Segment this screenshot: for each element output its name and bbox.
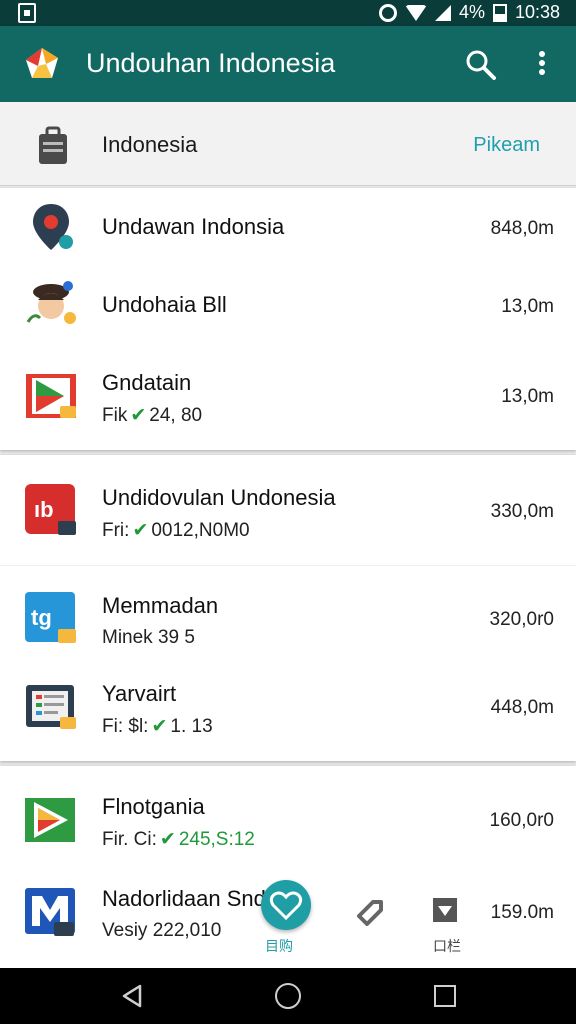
country-action-link[interactable]: Pikeam: [473, 134, 540, 157]
item-size: 159.0m: [490, 902, 554, 923]
status-icons: 4% 10:38: [378, 2, 560, 23]
list-item[interactable]: ıb Undidovulan Undonesia Fri: ✔ 0012,N0M0 …: [0, 471, 576, 551]
tag-icon[interactable]: [355, 896, 385, 926]
item-size: 330,0m: [490, 501, 554, 522]
country-label: Indonesia: [102, 132, 198, 157]
item-title: Gndatain: [102, 370, 192, 395]
subtitle-prefix: Fri:: [102, 520, 130, 541]
verified-check-icon: ✔: [159, 829, 176, 850]
list-item[interactable]: Undohaia Bll 13,0m: [0, 266, 576, 346]
svg-text:tg: tg: [31, 605, 52, 630]
subtitle-prefix: Fik: [102, 405, 128, 426]
download-box-icon[interactable]: [431, 896, 459, 924]
download-group-1: Undawan Indonsia 848,0m Undohaia Bll 13,…: [0, 188, 576, 450]
item-title: Memmadan: [102, 593, 219, 618]
system-nav-bar: [0, 968, 576, 1024]
item-subtitle: Vesiy 222,010: [102, 920, 222, 941]
ib-icon: ıb: [25, 484, 76, 535]
more-options-icon[interactable]: [530, 48, 554, 82]
item-subtitle: Fik ✔ 24, 80: [102, 404, 202, 427]
briefcase-icon: [39, 126, 67, 164]
divider: [0, 565, 576, 566]
item-size: 160,0r0: [489, 810, 554, 831]
subtitle-prefix: Fi: $l:: [102, 716, 149, 737]
tab-main-label[interactable]: 目购: [265, 936, 293, 956]
map-pin-icon: [33, 204, 73, 250]
settings-status-icon: [378, 3, 397, 22]
item-size: 448,0m: [490, 697, 554, 718]
item-title: Undidovulan Undonesia: [102, 485, 336, 510]
list-item[interactable]: Undawan Indonsia 848,0m: [0, 188, 576, 268]
battery-icon: [492, 3, 507, 22]
item-title: Undawan Indonsia: [102, 214, 285, 239]
country-row[interactable]: Indonesia Pikeam: [0, 102, 576, 186]
heart-check-icon: [269, 891, 303, 921]
item-size: 13,0m: [501, 296, 554, 317]
bottom-tabs: 目购 口栏: [255, 878, 475, 964]
subtitle-prefix: Fir. Ci:: [102, 829, 157, 850]
verified-check-icon: ✔: [130, 405, 147, 426]
play-store-icon: [26, 374, 76, 418]
item-title: Flnotgania: [102, 794, 205, 819]
download-group-2: ıb Undidovulan Undonesia Fri: ✔ 0012,N0M0 …: [0, 455, 576, 761]
item-size: 13,0m: [501, 386, 554, 407]
item-subtitle: Fi: $l: ✔ 1. 13: [102, 715, 213, 738]
subtitle-value: 1. 13: [170, 716, 213, 737]
item-subtitle: Minek 39 5: [102, 627, 195, 648]
tab-main-button[interactable]: [261, 880, 311, 930]
subtitle-value: 24, 80: [149, 405, 203, 426]
subtitle-value: 245,S:12: [178, 829, 255, 850]
notification-icon: [18, 3, 36, 23]
status-bar: 4% 10:38: [0, 0, 576, 26]
play-icon: [25, 798, 75, 842]
item-title: Yarvairt: [102, 681, 177, 706]
app-bar: Undouhan Indonesia: [0, 26, 576, 102]
item-subtitle: Fri: ✔ 0012,N0M0: [102, 519, 250, 542]
document-icon: [26, 685, 76, 729]
app-logo-icon[interactable]: [24, 46, 60, 82]
list-item[interactable]: tg Memmadan Minek 39 5 320,0r0: [0, 579, 576, 659]
home-icon[interactable]: [275, 983, 301, 1009]
battery-percent: 4%: [458, 2, 485, 22]
item-title: Undohaia Bll: [102, 292, 227, 317]
clock: 10:38: [514, 2, 560, 22]
item-subtitle: Fir. Ci: ✔ 245,S:12: [102, 828, 255, 851]
signal-icon: [434, 4, 451, 21]
item-size: 848,0m: [490, 218, 554, 239]
verified-check-icon: ✔: [132, 520, 149, 541]
svg-text:ıb: ıb: [34, 497, 54, 522]
back-icon[interactable]: [120, 984, 144, 1008]
list-item[interactable]: Flnotgania Fir. Ci: ✔ 245,S:12 160,0r0: [0, 780, 576, 860]
subtitle-value: 0012,N0M0: [151, 520, 250, 541]
verified-check-icon: ✔: [151, 716, 168, 737]
app-title: Undouhan Indonesia: [86, 48, 336, 78]
recent-apps-icon[interactable]: [434, 985, 456, 1007]
list-item[interactable]: Yarvairt Fi: $l: ✔ 1. 13 448,0m: [0, 667, 576, 747]
search-icon[interactable]: [464, 48, 498, 82]
item-size: 320,0r0: [489, 609, 554, 630]
tg-icon: tg: [25, 592, 76, 643]
tab-download-label[interactable]: 口栏: [433, 936, 461, 956]
wifi-icon: [404, 4, 427, 21]
m-icon: [25, 888, 75, 936]
avatar-icon: [26, 281, 76, 324]
list-item[interactable]: Gndatain Fik ✔ 24, 80 13,0m: [0, 356, 576, 436]
